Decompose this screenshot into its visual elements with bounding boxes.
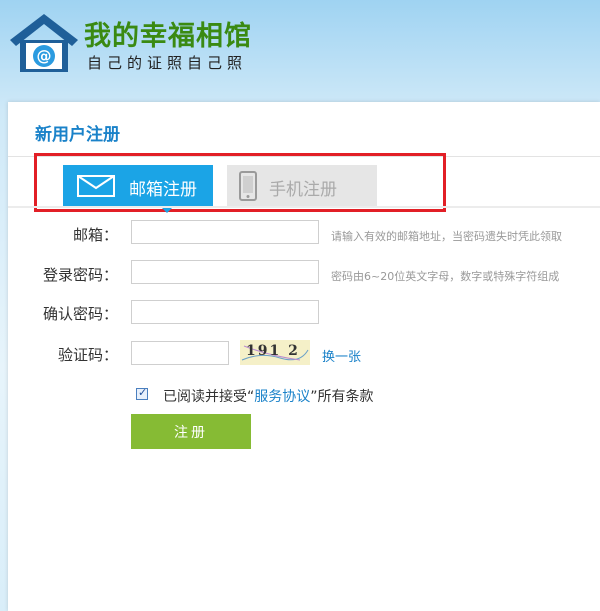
captcha-input[interactable] <box>131 341 229 365</box>
confirm-password-label: 确认密码： <box>42 305 118 323</box>
captcha-image[interactable]: 191 2 <box>240 340 310 365</box>
service-agreement-link[interactable]: 服务协议 <box>254 389 310 405</box>
agreement-text: 已阅读并接受“服务协议”所有条款 <box>163 386 374 406</box>
envelope-icon <box>77 175 115 197</box>
site-slogan: 自己的证照自己照 <box>87 54 248 72</box>
register-button[interactable]: 注册 <box>131 414 251 449</box>
agree-prefix: 已阅读并接受“ <box>163 389 255 405</box>
captcha-text: 191 2 <box>246 343 300 359</box>
password-label: 登录密码： <box>42 266 118 284</box>
agree-suffix: ”所有条款 <box>310 389 374 405</box>
password-hint: 密码由6~20位英文字母，数字或特殊字符组成 <box>331 270 560 283</box>
tabs-underline <box>8 206 600 208</box>
registration-panel: 新用户注册 邮箱注册 手机注册 邮箱： 请输入有效的邮箱地址，当密码遗失时凭此领… <box>8 102 600 611</box>
svg-text:@: @ <box>37 47 52 65</box>
tab-email-register[interactable]: 邮箱注册 <box>63 165 213 213</box>
site-name: 我的幸福相馆 <box>84 21 252 52</box>
agree-checkbox[interactable] <box>136 386 148 400</box>
house-logo-icon: @ <box>10 14 78 72</box>
email-label: 邮箱： <box>72 226 118 244</box>
tab-email-label: 邮箱注册 <box>129 180 197 200</box>
site-header: @ 我的幸福相馆 自己的证照自己照 <box>0 0 600 100</box>
email-input[interactable] <box>131 220 319 244</box>
page-title: 新用户注册 <box>35 125 120 145</box>
captcha-refresh-link[interactable]: 换一张 <box>322 346 361 365</box>
tab-phone-label: 手机注册 <box>269 180 337 200</box>
confirm-password-input[interactable] <box>131 300 319 324</box>
email-hint: 请输入有效的邮箱地址，当密码遗失时凭此领取 <box>331 230 562 243</box>
tab-phone-register[interactable]: 手机注册 <box>227 165 377 206</box>
captcha-label: 验证码： <box>57 346 118 364</box>
mobile-phone-icon <box>239 171 257 201</box>
password-input[interactable] <box>131 260 319 284</box>
